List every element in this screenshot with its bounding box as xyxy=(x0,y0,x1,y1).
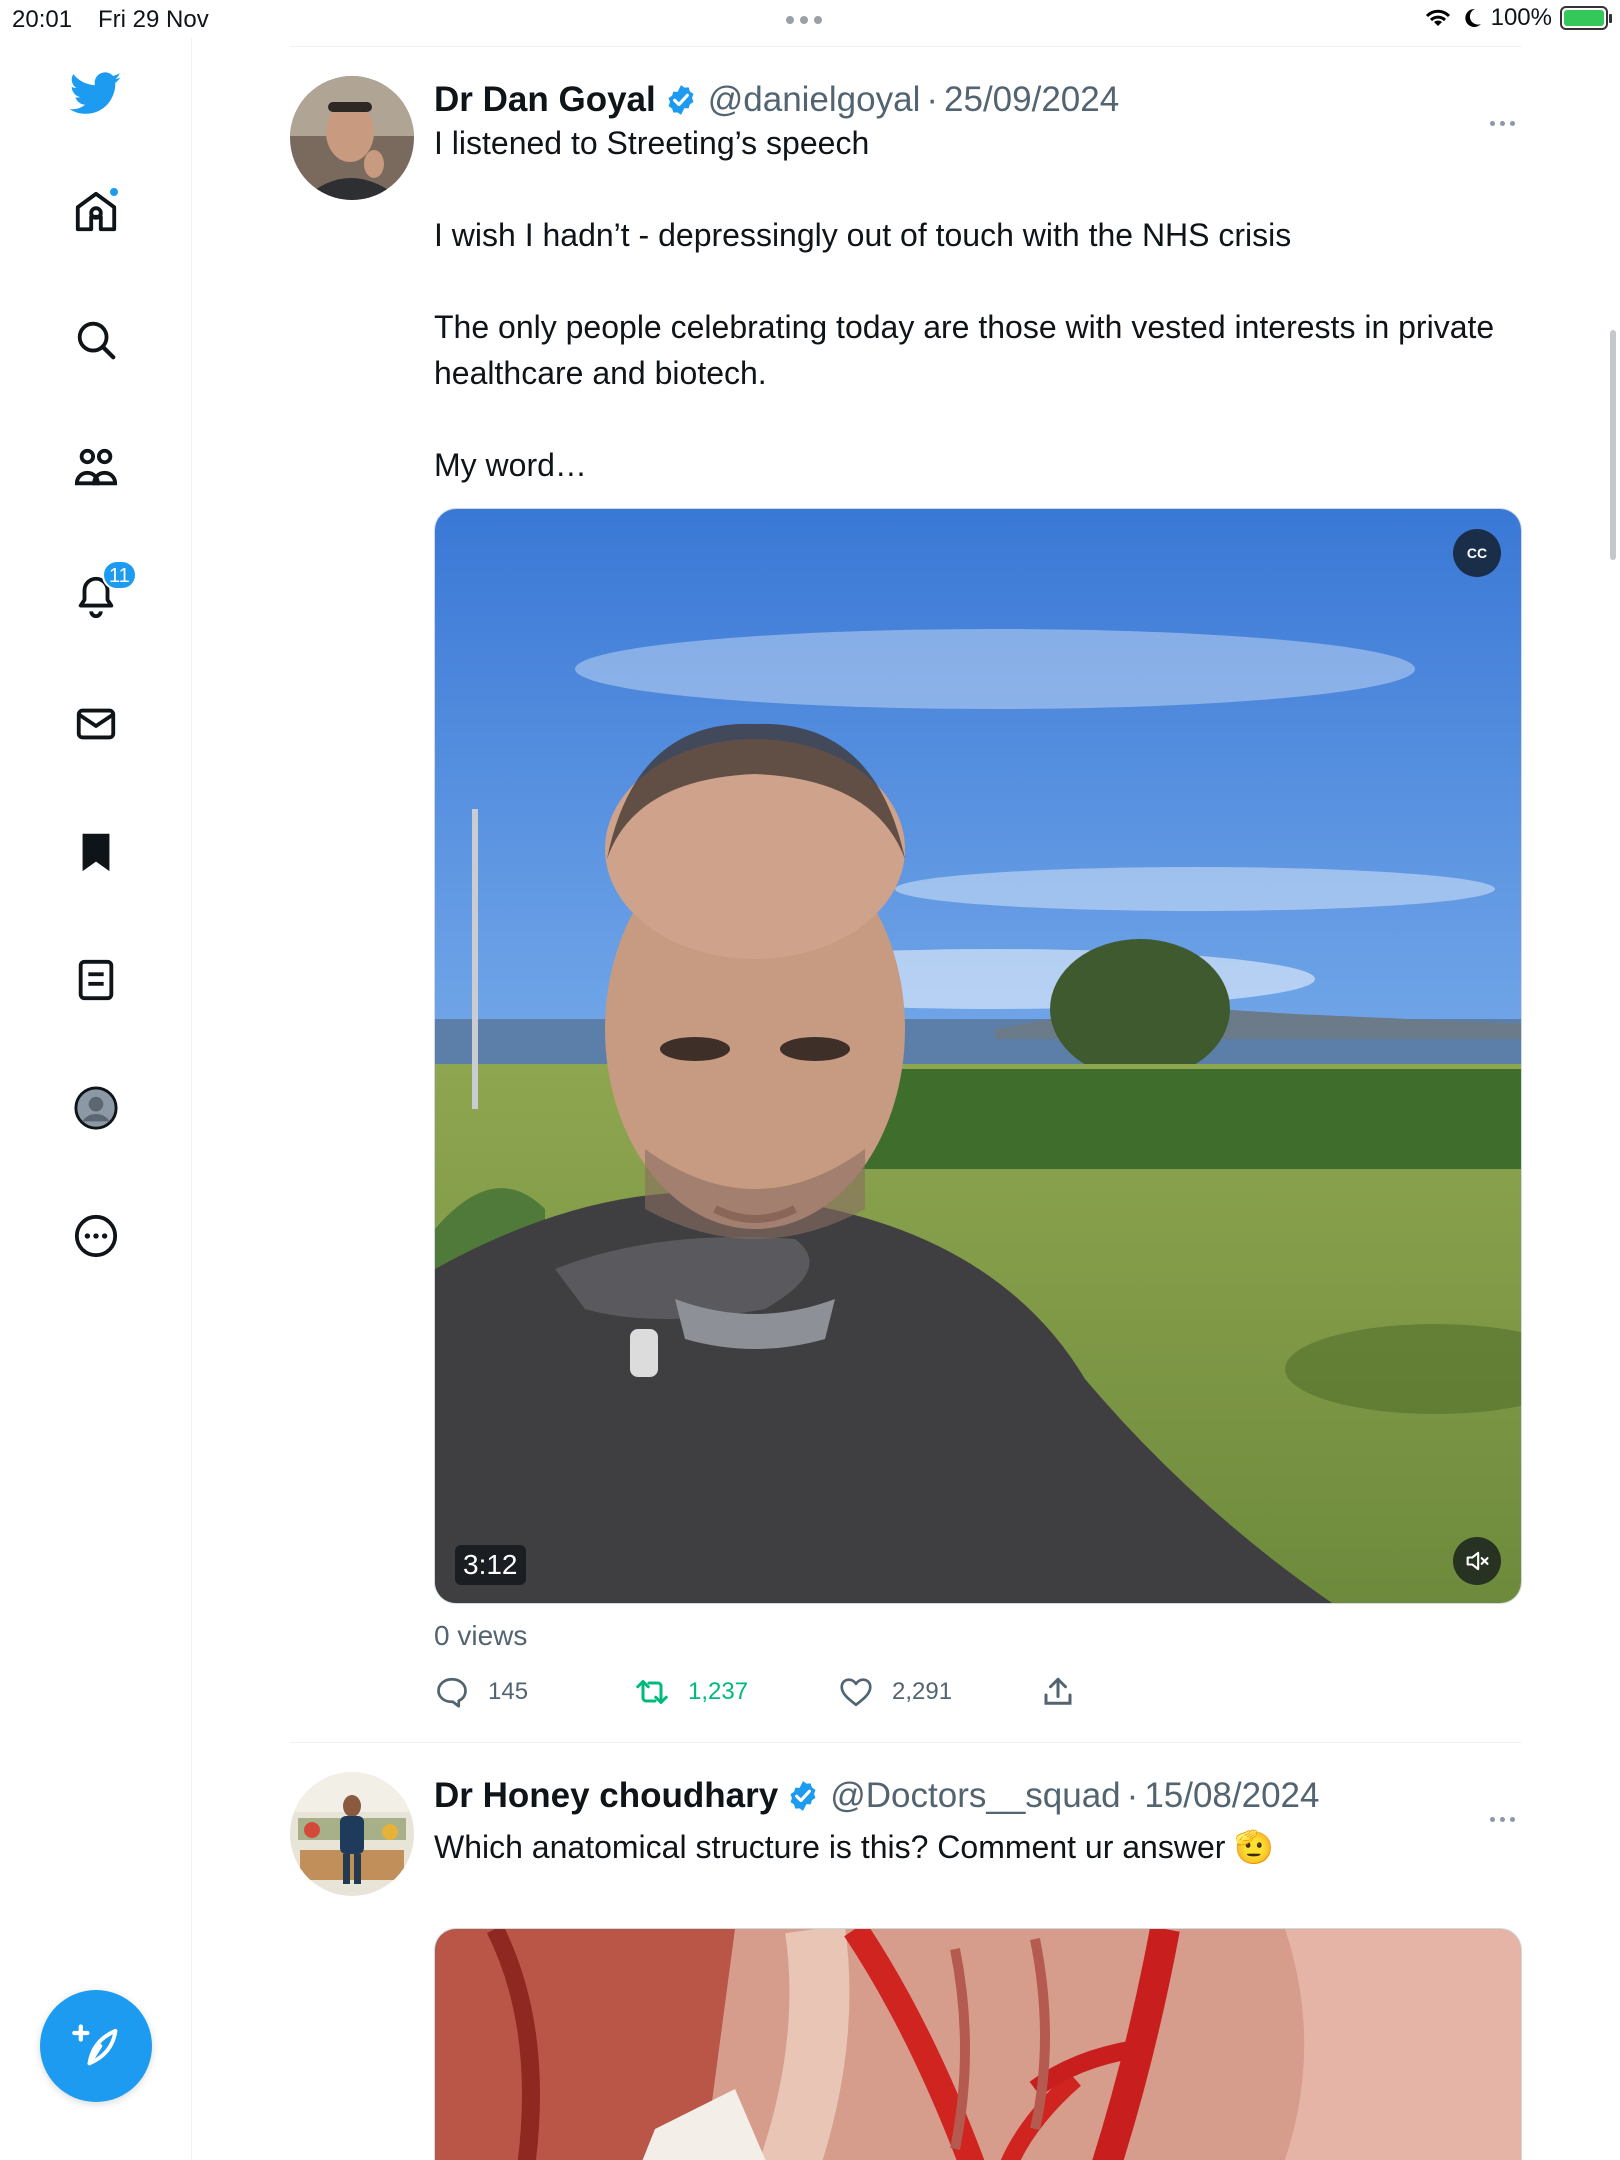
search-icon xyxy=(77,321,116,360)
author-name[interactable]: Dr Honey choudhary xyxy=(434,1776,778,1816)
twitter-bird-icon xyxy=(70,72,122,114)
status-right: 100% xyxy=(1423,4,1612,32)
reply-count: 145 xyxy=(488,1678,529,1705)
reply-action[interactable]: 145 xyxy=(434,1674,634,1710)
tweet-header: Dr Dan Goyal @danielgoyal · 25/09/2024 xyxy=(434,80,1119,120)
sidebar-item-home[interactable] xyxy=(66,182,126,242)
tweet-text-line: I wish I hadn’t - depressingly out of to… xyxy=(434,217,1292,253)
multitasking-dots[interactable] xyxy=(786,16,822,24)
tweet-text: I listened to Streeting’s speech I wish … xyxy=(434,120,1514,488)
separator-dot: · xyxy=(926,80,939,119)
sidebar-item-profile[interactable] xyxy=(66,1078,126,1138)
notifications-badge: 11 xyxy=(102,560,137,590)
video-frame-image xyxy=(435,509,1521,1603)
author-handle[interactable]: @danielgoyal xyxy=(708,80,921,120)
mute-button[interactable] xyxy=(1453,1537,1501,1585)
sidebar: 11 xyxy=(0,38,192,2160)
retweet-icon xyxy=(636,1680,668,1704)
heart-icon xyxy=(840,1678,872,1707)
status-bar: 20:01 Fri 29 Nov 100% xyxy=(0,0,1620,38)
tweet-text: Which anatomical structure is this? Comm… xyxy=(434,1824,1514,1870)
tweet-text-line: My word… xyxy=(434,447,587,483)
tweet-text-line: The only people celebrating today are th… xyxy=(434,309,1495,391)
captions-button[interactable]: CC xyxy=(1453,529,1501,577)
scroll-indicator[interactable] xyxy=(1610,330,1616,560)
share-icon xyxy=(1044,1677,1072,1705)
more-circle-icon xyxy=(74,1214,118,1258)
author-handle[interactable]: @Doctors__squad xyxy=(830,1776,1120,1816)
author-avatar[interactable] xyxy=(290,76,414,200)
tweet-text-line: I listened to Streeting’s speech xyxy=(434,125,870,161)
video-duration: 3:12 xyxy=(455,1545,526,1585)
avatar-image xyxy=(290,76,414,200)
sidebar-item-notifications[interactable]: 11 xyxy=(66,560,137,626)
anatomy-image xyxy=(435,1929,1521,2160)
tweet-image[interactable] xyxy=(434,1928,1522,2160)
sidebar-item-explore[interactable] xyxy=(66,310,126,370)
tweet-video[interactable]: CC 3:12 xyxy=(434,508,1522,1604)
status-time: 20:01 xyxy=(12,6,73,33)
retweet-action[interactable]: 1,237 xyxy=(634,1674,838,1710)
tweet-text-line: Which anatomical structure is this? Comm… xyxy=(434,1829,1275,1865)
view-count: 0 views xyxy=(434,1620,528,1651)
timeline-top-divider xyxy=(290,46,1522,47)
people-icon xyxy=(74,448,118,486)
sidebar-item-more[interactable] xyxy=(66,1206,126,1266)
compose-tweet-button[interactable] xyxy=(40,1990,152,2102)
cc-label: CC xyxy=(1466,545,1488,561)
mail-icon xyxy=(76,708,116,740)
battery-percent: 100% xyxy=(1490,4,1552,31)
share-action[interactable] xyxy=(1040,1674,1076,1710)
sidebar-item-lists[interactable] xyxy=(66,950,126,1010)
twitter-logo[interactable] xyxy=(66,63,126,123)
compose-feather-icon xyxy=(72,2024,118,2066)
sidebar-item-communities[interactable] xyxy=(66,438,126,498)
speaker-muted-icon xyxy=(1466,1551,1489,1571)
moon-icon xyxy=(1464,8,1481,27)
avatar-image xyxy=(290,1772,414,1896)
reply-icon xyxy=(437,1677,467,1708)
profile-icon xyxy=(74,1086,118,1130)
tweet-date[interactable]: 15/08/2024 xyxy=(1144,1776,1319,1816)
wifi-icon xyxy=(1425,9,1450,26)
like-count: 2,291 xyxy=(892,1678,953,1705)
sidebar-item-bookmarks[interactable] xyxy=(66,822,126,882)
retweet-count: 1,237 xyxy=(688,1678,749,1705)
like-action[interactable]: 2,291 xyxy=(838,1674,1040,1710)
author-avatar[interactable] xyxy=(290,1772,414,1896)
tweet-divider xyxy=(290,1742,1522,1743)
verified-badge-icon xyxy=(668,85,694,115)
list-icon xyxy=(78,959,114,1001)
home-unread-dot xyxy=(108,186,120,198)
author-name[interactable]: Dr Dan Goyal xyxy=(434,80,656,120)
tweet-actions: 145 1,237 2,291 xyxy=(434,1674,1076,1710)
tweet-header: Dr Honey choudhary @Doctors__squad · 15/… xyxy=(434,1776,1319,1816)
sidebar-item-messages[interactable] xyxy=(66,694,126,754)
bookmark-icon xyxy=(82,833,110,872)
tweet-date[interactable]: 25/09/2024 xyxy=(944,80,1119,120)
verified-badge-icon xyxy=(790,1781,816,1811)
battery-icon xyxy=(1560,6,1612,30)
separator-dot: · xyxy=(1126,1776,1139,1815)
status-date: Fri 29 Nov xyxy=(98,6,209,33)
